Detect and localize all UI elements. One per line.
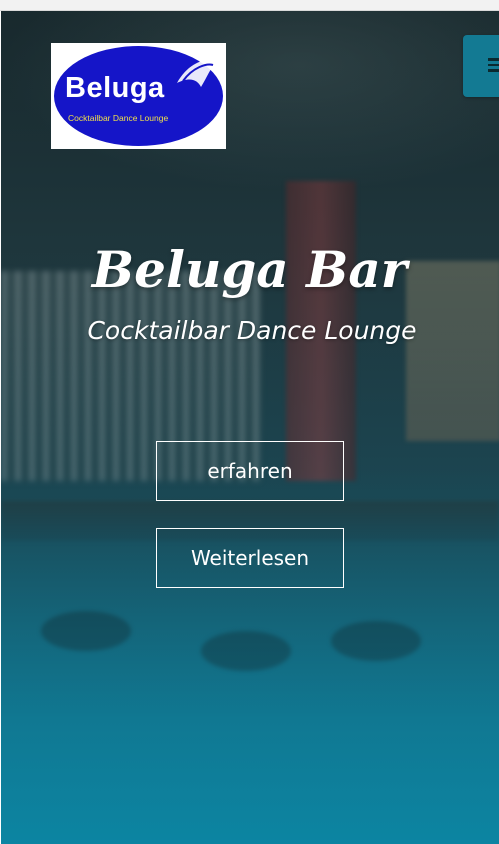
- weiterlesen-button[interactable]: Weiterlesen: [156, 528, 344, 588]
- hero-title: Beluga Bar: [91, 240, 408, 299]
- logo-tagline: Cocktailbar Dance Lounge: [68, 113, 169, 123]
- menu-button[interactable]: [463, 35, 499, 97]
- logo-name: Beluga: [65, 72, 165, 104]
- hero-subtitle: Cocktailbar Dance Lounge: [87, 316, 417, 345]
- page-frame: Beluga Cocktailbar Dance Lounge Beluga B…: [0, 0, 499, 844]
- hamburger-icon: [488, 58, 499, 72]
- whale-fin-icon: [177, 59, 217, 87]
- top-browser-strip: [0, 0, 499, 11]
- erfahren-button[interactable]: erfahren: [156, 441, 344, 501]
- site-logo[interactable]: Beluga Cocktailbar Dance Lounge: [51, 43, 226, 149]
